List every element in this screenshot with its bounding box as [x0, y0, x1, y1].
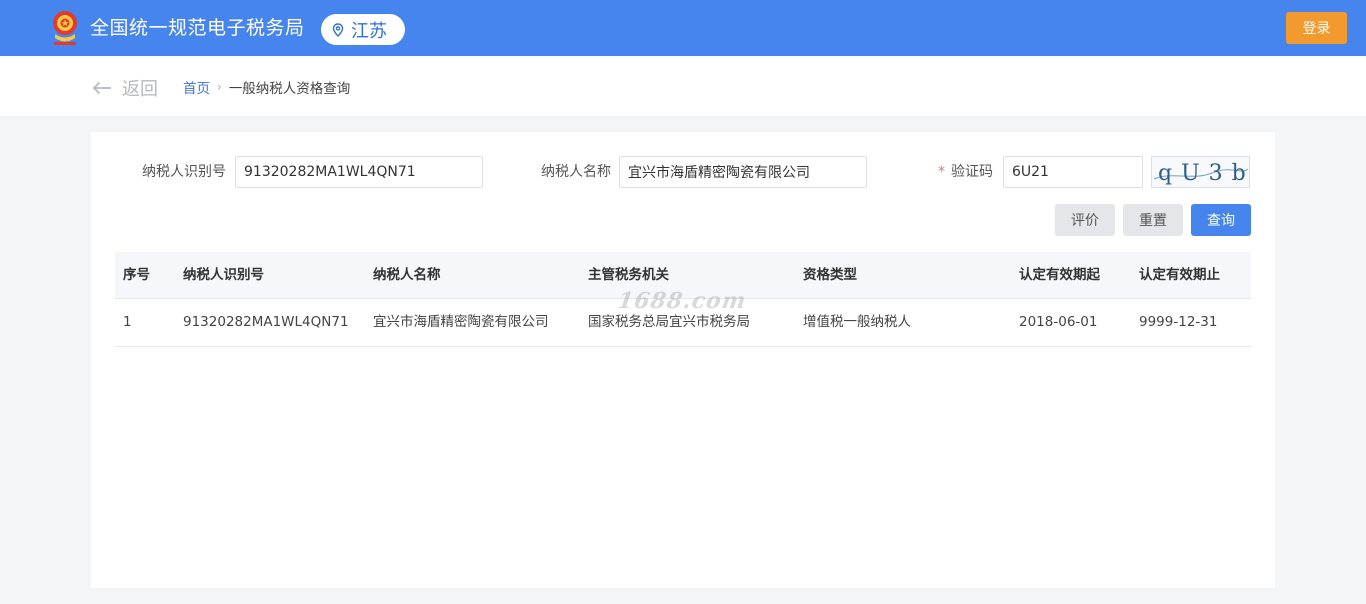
- arrow-left-icon: [92, 81, 111, 95]
- captcha-graphic: qU3b: [1153, 161, 1249, 186]
- taxpayer-id-input[interactable]: [235, 156, 483, 188]
- cell-valid-to: 9999-12-31: [1139, 314, 1218, 330]
- site-title: 全国统一规范电子税务局: [90, 17, 305, 39]
- breadcrumb-home-link[interactable]: 首页: [183, 77, 210, 97]
- result-table: 序号 纳税人识别号 纳税人名称 主管税务机关 资格类型 认定有效期起 认定有效期…: [115, 252, 1251, 347]
- taxpayer-name-label: 纳税人名称: [541, 164, 611, 180]
- breadcrumb-bar: 返回 首页 › 一般纳税人资格查询: [0, 56, 1366, 116]
- tax-emblem-icon: [53, 11, 77, 45]
- col-taxpayer-id: 纳税人识别号: [183, 267, 264, 283]
- back-label: 返回: [122, 79, 158, 100]
- captcha-input[interactable]: [1003, 156, 1143, 188]
- reset-button[interactable]: 重置: [1123, 204, 1183, 236]
- cell-taxpayer-name: 宜兴市海盾精密陶瓷有限公司: [373, 314, 549, 330]
- cell-tax-authority: 国家税务总局宜兴市税务局: [588, 314, 750, 330]
- col-taxpayer-name: 纳税人名称: [373, 267, 441, 283]
- login-button[interactable]: 登录: [1286, 12, 1347, 44]
- col-valid-from: 认定有效期起: [1019, 267, 1100, 283]
- query-button[interactable]: 查询: [1191, 204, 1251, 236]
- query-panel: 纳税人识别号 纳税人名称 * 验证码 qU3b 评价 重置 查询 序号 纳税人识别…: [91, 132, 1275, 588]
- cell-taxpayer-id: 91320282MA1WL4QN71: [183, 314, 349, 330]
- taxpayer-name-input[interactable]: [619, 156, 867, 188]
- required-mark: *: [938, 164, 945, 180]
- col-index: 序号: [123, 267, 150, 283]
- taxpayer-id-label: 纳税人识别号: [142, 164, 226, 180]
- cell-index: 1: [123, 314, 132, 330]
- top-header: 全国统一规范电子税务局 江苏 登录: [0, 0, 1366, 56]
- captcha-label-group: * 验证码: [938, 156, 993, 188]
- region-label: 江苏: [351, 20, 387, 42]
- breadcrumb-current: 一般纳税人资格查询: [228, 81, 351, 97]
- col-qualification-type: 资格类型: [803, 267, 857, 283]
- back-button[interactable]: 返回: [92, 75, 158, 101]
- cell-valid-from: 2018-06-01: [1019, 314, 1098, 330]
- table-row: 1 91320282MA1WL4QN71 宜兴市海盾精密陶瓷有限公司 国家税务总…: [115, 299, 1251, 347]
- location-pin-icon: [332, 22, 344, 37]
- rate-button[interactable]: 评价: [1055, 204, 1115, 236]
- captcha-image[interactable]: qU3b: [1151, 156, 1250, 188]
- col-tax-authority: 主管税务机关: [588, 267, 669, 283]
- table-header: 序号 纳税人识别号 纳税人名称 主管税务机关 资格类型 认定有效期起 认定有效期…: [115, 252, 1251, 299]
- breadcrumb: 首页 › 一般纳税人资格查询: [183, 77, 350, 97]
- region-selector[interactable]: 江苏: [321, 14, 405, 45]
- cell-qualification-type: 增值税一般纳税人: [803, 314, 911, 330]
- col-valid-to: 认定有效期止: [1139, 267, 1220, 283]
- breadcrumb-separator: ›: [217, 80, 222, 94]
- captcha-text: qU3b: [1158, 161, 1249, 186]
- captcha-label: 验证码: [951, 164, 993, 180]
